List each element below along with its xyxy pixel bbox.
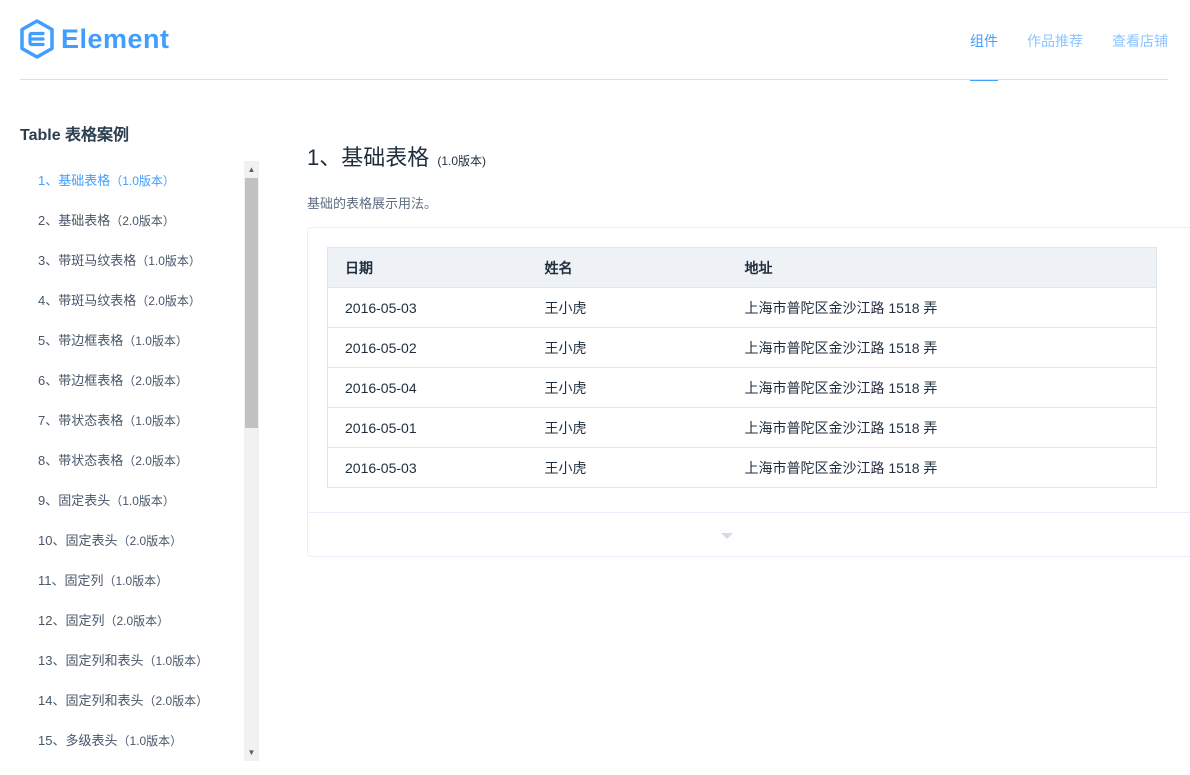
table-cell-name: 王小虎 [527, 407, 728, 448]
sidebar-item-label: 2、基础表格 [38, 213, 111, 228]
table-cell-address: 上海市普陀区金沙江路 1518 弄 [727, 367, 1157, 408]
page-description: 基础的表格展示用法。 [307, 196, 438, 211]
sidebar-item-label: 15、多级表头 [38, 733, 118, 748]
table-cell-name: 王小虎 [527, 287, 728, 328]
sidebar-item-14[interactable]: 14、固定列和表头（2.0版本） [20, 681, 242, 721]
table-cell-address: 上海市普陀区金沙江路 1518 弄 [727, 287, 1157, 328]
table-row: 2016-05-02 王小虎 上海市普陀区金沙江路 1518 弄 [327, 327, 1157, 368]
table-cell-name: 王小虎 [527, 367, 728, 408]
page-title-text: 1、基础表格 [307, 145, 430, 170]
sidebar-item-version: （1.0版本） [143, 654, 209, 668]
sidebar-item-version: （2.0版本） [104, 614, 170, 628]
caret-down-icon [721, 533, 733, 539]
sidebar-item-version: （2.0版本） [117, 534, 183, 548]
table-row: 2016-05-03 王小虎 上海市普陀区金沙江路 1518 弄 [327, 287, 1157, 328]
nav-item-store[interactable]: 查看店铺 [1112, 0, 1168, 80]
sidebar-item-version: （1.0版本） [117, 734, 183, 748]
sidebar-item-version: （2.0版本） [143, 694, 209, 708]
table-cell-date: 2016-05-03 [327, 287, 528, 328]
sidebar-item-label: 14、固定列和表头 [38, 693, 144, 708]
demo-expand-control[interactable] [308, 512, 1190, 556]
table-cell-date: 2016-05-03 [327, 447, 528, 488]
sidebar-item-2[interactable]: 2、基础表格（2.0版本） [20, 201, 242, 241]
basic-table: 日期 姓名 地址 2016-05-03 王小虎 上海市普陀区金沙江路 1518 … [327, 247, 1157, 488]
sidebar-item-label: 13、固定列和表头 [38, 653, 144, 668]
table-cell-address: 上海市普陀区金沙江路 1518 弄 [727, 327, 1157, 368]
sidebar-item-version: （2.0版本） [123, 454, 188, 468]
sidebar-item-version: （2.0版本） [123, 374, 188, 388]
sidebar-item-label: 11、固定列 [38, 573, 104, 588]
sidebar-item-label: 8、带状态表格 [38, 453, 124, 468]
sidebar-item-label: 7、带状态表格 [38, 413, 124, 428]
header-divider [20, 79, 1168, 80]
demo-block: 日期 姓名 地址 2016-05-03 王小虎 上海市普陀区金沙江路 1518 … [307, 227, 1190, 557]
logo-text: Element [61, 24, 170, 54]
demo-source: 日期 姓名 地址 2016-05-03 王小虎 上海市普陀区金沙江路 1518 … [327, 247, 1157, 488]
nav-item-showcase[interactable]: 作品推荐 [1027, 0, 1083, 80]
sidebar-item-13[interactable]: 13、固定列和表头（1.0版本） [20, 641, 242, 681]
column-header-name: 姓名 [527, 247, 728, 288]
sidebar-item-label: 3、带斑马纹表格 [38, 253, 137, 268]
nav-item-components[interactable]: 组件 [970, 0, 998, 81]
top-header: Element 组件 作品推荐 查看店铺 [0, 0, 1190, 81]
table-cell-address: 上海市普陀区金沙江路 1518 弄 [727, 407, 1157, 448]
scroll-down-arrow-icon[interactable]: ▼ [244, 745, 259, 760]
table-row: 2016-05-04 王小虎 上海市普陀区金沙江路 1518 弄 [327, 367, 1157, 408]
column-header-date: 日期 [327, 247, 528, 288]
sidebar-item-12[interactable]: 12、固定列（2.0版本） [20, 601, 242, 641]
table-cell-date: 2016-05-02 [327, 327, 528, 368]
scroll-up-arrow-icon[interactable]: ▲ [244, 162, 259, 177]
sidebar-item-label: 10、固定表头 [38, 533, 118, 548]
sidebar-item-label: 6、带边框表格 [38, 373, 124, 388]
table-cell-date: 2016-05-01 [327, 407, 528, 448]
sidebar-item-label: 5、带边框表格 [38, 333, 124, 348]
sidebar-item-version: （1.0版本） [103, 574, 169, 588]
logo[interactable]: Element [19, 19, 170, 59]
sidebar-item-9[interactable]: 9、固定表头（1.0版本） [20, 481, 242, 521]
sidebar-item-7[interactable]: 7、带状态表格（1.0版本） [20, 401, 242, 441]
sidebar-item-version: （1.0版本） [123, 414, 188, 428]
sidebar-item-label: 9、固定表头 [38, 493, 111, 508]
sidebar-list: 1、基础表格（1.0版本） 2、基础表格（2.0版本） 3、带斑马纹表格（1.0… [20, 161, 242, 761]
sidebar-item-4[interactable]: 4、带斑马纹表格（2.0版本） [20, 281, 242, 321]
sidebar-item-6[interactable]: 6、带边框表格（2.0版本） [20, 361, 242, 401]
sidebar-item-5[interactable]: 5、带边框表格（1.0版本） [20, 321, 242, 361]
sidebar-scrollbar[interactable]: ▲ ▼ [244, 161, 259, 761]
table-cell-address: 上海市普陀区金沙江路 1518 弄 [727, 447, 1157, 488]
table-row: 2016-05-01 王小虎 上海市普陀区金沙江路 1518 弄 [327, 407, 1157, 448]
element-logo-icon [20, 19, 54, 59]
page-title: 1、基础表格 (1.0版本) [307, 140, 486, 172]
sidebar-item-10[interactable]: 10、固定表头（2.0版本） [20, 521, 242, 561]
top-nav: 组件 作品推荐 查看店铺 [941, 0, 1168, 81]
sidebar-item-15[interactable]: 15、多级表头（1.0版本） [20, 721, 242, 761]
table-cell-date: 2016-05-04 [327, 367, 528, 408]
table-row: 2016-05-03 王小虎 上海市普陀区金沙江路 1518 弄 [327, 447, 1157, 488]
sidebar-item-version: （1.0版本） [110, 174, 175, 188]
sidebar-item-version: （1.0版本） [136, 254, 201, 268]
table-cell-name: 王小虎 [527, 327, 728, 368]
sidebar-item-version: （2.0版本） [110, 214, 175, 228]
sidebar-item-version: （1.0版本） [123, 334, 188, 348]
sidebar-item-3[interactable]: 3、带斑马纹表格（1.0版本） [20, 241, 242, 281]
sidebar-item-1[interactable]: 1、基础表格（1.0版本） [20, 161, 242, 201]
column-header-address: 地址 [727, 247, 1157, 288]
sidebar-item-label: 4、带斑马纹表格 [38, 293, 137, 308]
sidebar-item-version: （1.0版本） [110, 494, 175, 508]
table-header-row: 日期 姓名 地址 [327, 247, 1157, 288]
table-cell-name: 王小虎 [527, 447, 728, 488]
sidebar-item-label: 1、基础表格 [38, 173, 111, 188]
page-title-version: (1.0版本) [437, 154, 487, 168]
scroll-thumb[interactable] [245, 178, 258, 428]
sidebar-item-label: 12、固定列 [38, 613, 105, 628]
sidebar-title: Table 表格案例 [20, 127, 130, 144]
sidebar-item-8[interactable]: 8、带状态表格（2.0版本） [20, 441, 242, 481]
sidebar-item-version: （2.0版本） [136, 294, 201, 308]
sidebar-item-11[interactable]: 11、固定列（1.0版本） [20, 561, 242, 601]
